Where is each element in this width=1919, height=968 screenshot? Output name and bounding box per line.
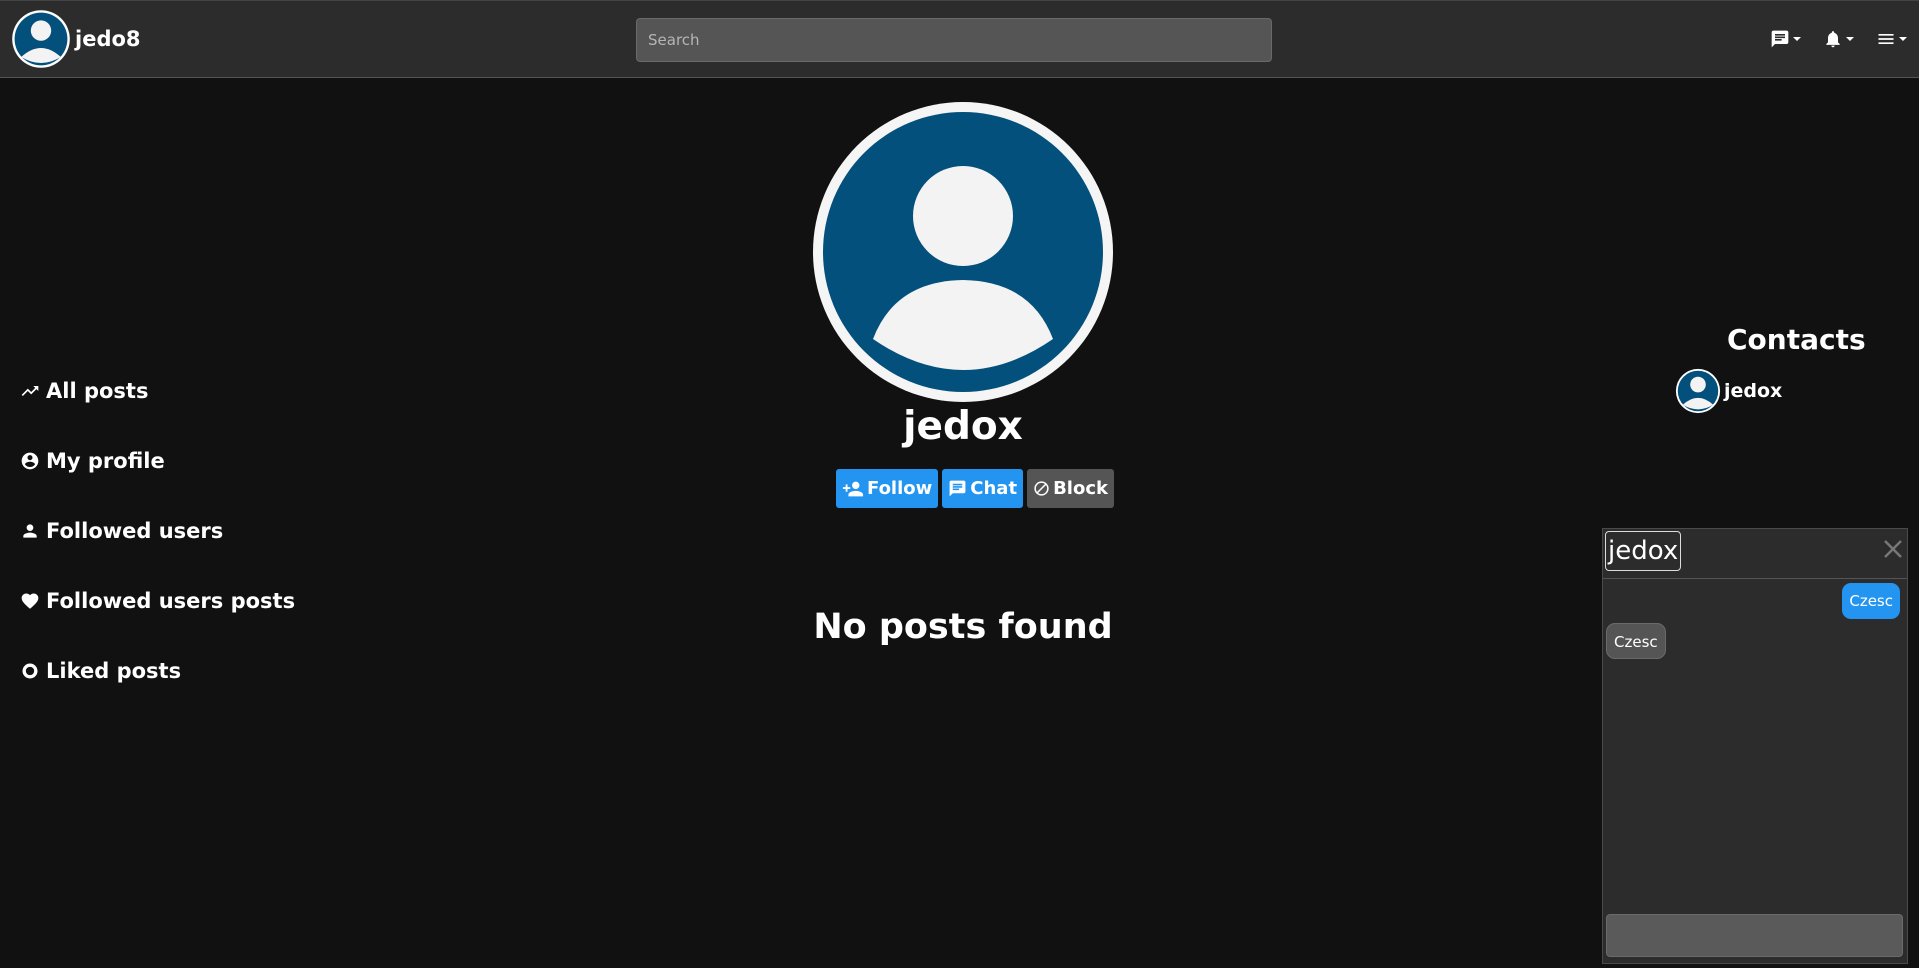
chevron-down-icon [1899, 37, 1907, 41]
block-button[interactable]: Block [1027, 469, 1114, 508]
sidebar-nav: All posts My profile Followed users Foll… [20, 356, 295, 706]
close-icon[interactable] [1881, 537, 1905, 561]
block-label: Block [1053, 478, 1108, 499]
top-icons [1770, 29, 1907, 49]
chat-username[interactable]: jedox [1605, 531, 1682, 571]
sidebar-item-label: Followed users [46, 519, 224, 543]
sidebar-item-label: My profile [46, 449, 165, 473]
chat-label: Chat [970, 478, 1018, 499]
top-navbar: jedo8 [0, 0, 1919, 78]
chat-message-incoming: Czesc [1606, 623, 1666, 659]
messages-dropdown[interactable] [1770, 29, 1801, 49]
follow-button[interactable]: Follow [836, 469, 939, 508]
chevron-down-icon [1846, 37, 1854, 41]
heart-icon [20, 591, 40, 611]
account-circle-icon [20, 451, 40, 471]
menu-icon [1878, 34, 1894, 44]
profile-actions: Follow Chat Block [836, 469, 1114, 508]
user-menu-brand[interactable]: jedo8 [11, 9, 141, 69]
profile-username: jedox [903, 404, 1023, 449]
block-icon [1034, 481, 1049, 496]
person-add-icon [842, 481, 864, 496]
chat-button[interactable]: Chat [942, 469, 1024, 508]
empty-posts-message: No posts found [813, 607, 1113, 647]
main-menu-dropdown[interactable] [1876, 29, 1907, 49]
sidebar-item-label: All posts [46, 379, 149, 403]
profile-avatar [813, 102, 1113, 402]
notifications-dropdown[interactable] [1823, 29, 1854, 49]
chat-message-input[interactable] [1606, 914, 1903, 957]
contact-item[interactable]: jedox [1675, 368, 1866, 414]
sidebar-item-label: Liked posts [46, 659, 182, 683]
sidebar-item-all-posts[interactable]: All posts [20, 356, 295, 426]
chat-icon [1771, 30, 1789, 48]
follow-label: Follow [867, 478, 933, 499]
donut-icon [20, 661, 40, 681]
contacts-panel: Contacts jedox [1675, 323, 1866, 414]
person-icon [20, 521, 40, 541]
chat-window: jedox Czesc Czesc [1602, 528, 1908, 964]
user-avatar-icon [12, 10, 70, 68]
chat-icon [949, 480, 966, 497]
contacts-title: Contacts [1727, 323, 1866, 356]
sidebar-item-followed-users-posts[interactable]: Followed users posts [20, 566, 295, 636]
bell-icon [1826, 31, 1840, 48]
sidebar-item-my-profile[interactable]: My profile [20, 426, 295, 496]
sidebar-item-followed-users[interactable]: Followed users [20, 496, 295, 566]
contact-avatar-icon [1675, 368, 1721, 414]
sidebar-item-liked-posts[interactable]: Liked posts [20, 636, 295, 706]
sidebar-item-label: Followed users posts [46, 589, 296, 613]
current-username: jedo8 [75, 27, 141, 51]
chat-header: jedox [1603, 529, 1907, 579]
trending-icon [20, 381, 40, 401]
chat-message-outgoing: Czesc [1842, 583, 1900, 619]
chevron-down-icon [1793, 37, 1801, 41]
contact-name: jedox [1724, 380, 1783, 402]
search-input[interactable] [636, 18, 1272, 62]
